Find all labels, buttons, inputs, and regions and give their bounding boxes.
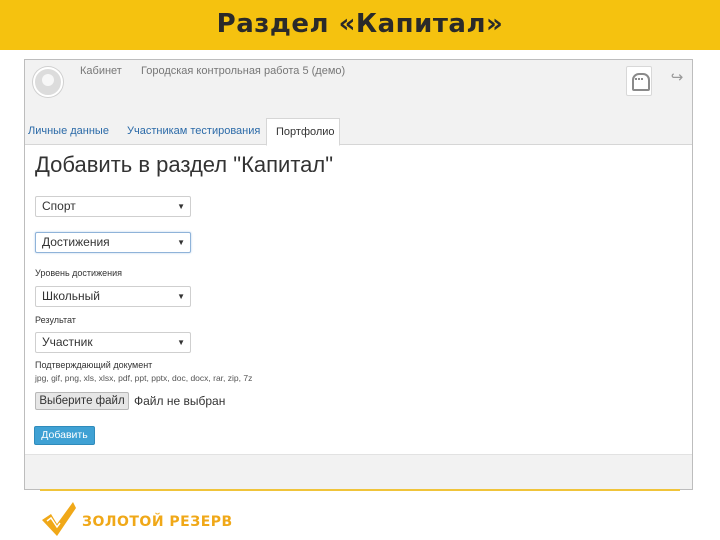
brand-logo-icon: [42, 502, 76, 536]
chevron-down-icon: ▼: [177, 292, 185, 301]
top-bar: Кабинет Городская контрольная работа 5 (…: [25, 60, 692, 119]
page-title: Добавить в раздел "Капитал": [35, 152, 334, 177]
submit-button[interactable]: Добавить: [34, 426, 95, 445]
tab-personal-data[interactable]: Личные данные: [28, 125, 109, 137]
slide-title: Раздел «Капитал»: [216, 9, 504, 39]
choose-file-button[interactable]: Выберите файл: [35, 392, 129, 410]
nav-link-test[interactable]: Городская контрольная работа 5 (демо): [141, 65, 345, 77]
document-label: Подтверждающий документ: [35, 360, 153, 370]
logout-icon[interactable]: ↪: [668, 69, 686, 87]
brand-name: ЗОЛОТОЙ РЕЗЕРВ: [82, 514, 233, 530]
category-select-value: Спорт: [42, 199, 76, 213]
footer-strip: [25, 454, 692, 489]
user-avatar[interactable]: [33, 67, 63, 97]
tabs-bar: Личные данные Участникам тестирования По…: [25, 118, 692, 146]
result-label: Результат: [35, 315, 76, 325]
chevron-down-icon: ▼: [177, 202, 185, 211]
type-select[interactable]: Достижения ▼: [35, 232, 191, 253]
robot-icon[interactable]: [626, 66, 652, 96]
chevron-down-icon: ▼: [177, 338, 185, 347]
level-select[interactable]: Школьный ▼: [35, 286, 191, 307]
tab-participants[interactable]: Участникам тестирования: [127, 125, 260, 137]
nav-link-cabinet[interactable]: Кабинет: [80, 65, 122, 77]
file-types-hint: jpg, gif, png, xls, xlsx, pdf, ppt, pptx…: [35, 373, 253, 383]
screenshot-frame: Кабинет Городская контрольная работа 5 (…: [24, 59, 693, 490]
level-select-value: Школьный: [42, 289, 101, 303]
level-label: Уровень достижения: [35, 268, 122, 278]
slide-divider: [40, 489, 680, 491]
category-select[interactable]: Спорт ▼: [35, 196, 191, 217]
result-select[interactable]: Участник ▼: [35, 332, 191, 353]
type-select-value: Достижения: [42, 235, 110, 249]
chevron-down-icon: ▼: [177, 238, 185, 247]
result-select-value: Участник: [42, 335, 93, 349]
tab-portfolio[interactable]: Портфолио: [266, 118, 340, 146]
file-status: Файл не выбран: [134, 394, 226, 408]
